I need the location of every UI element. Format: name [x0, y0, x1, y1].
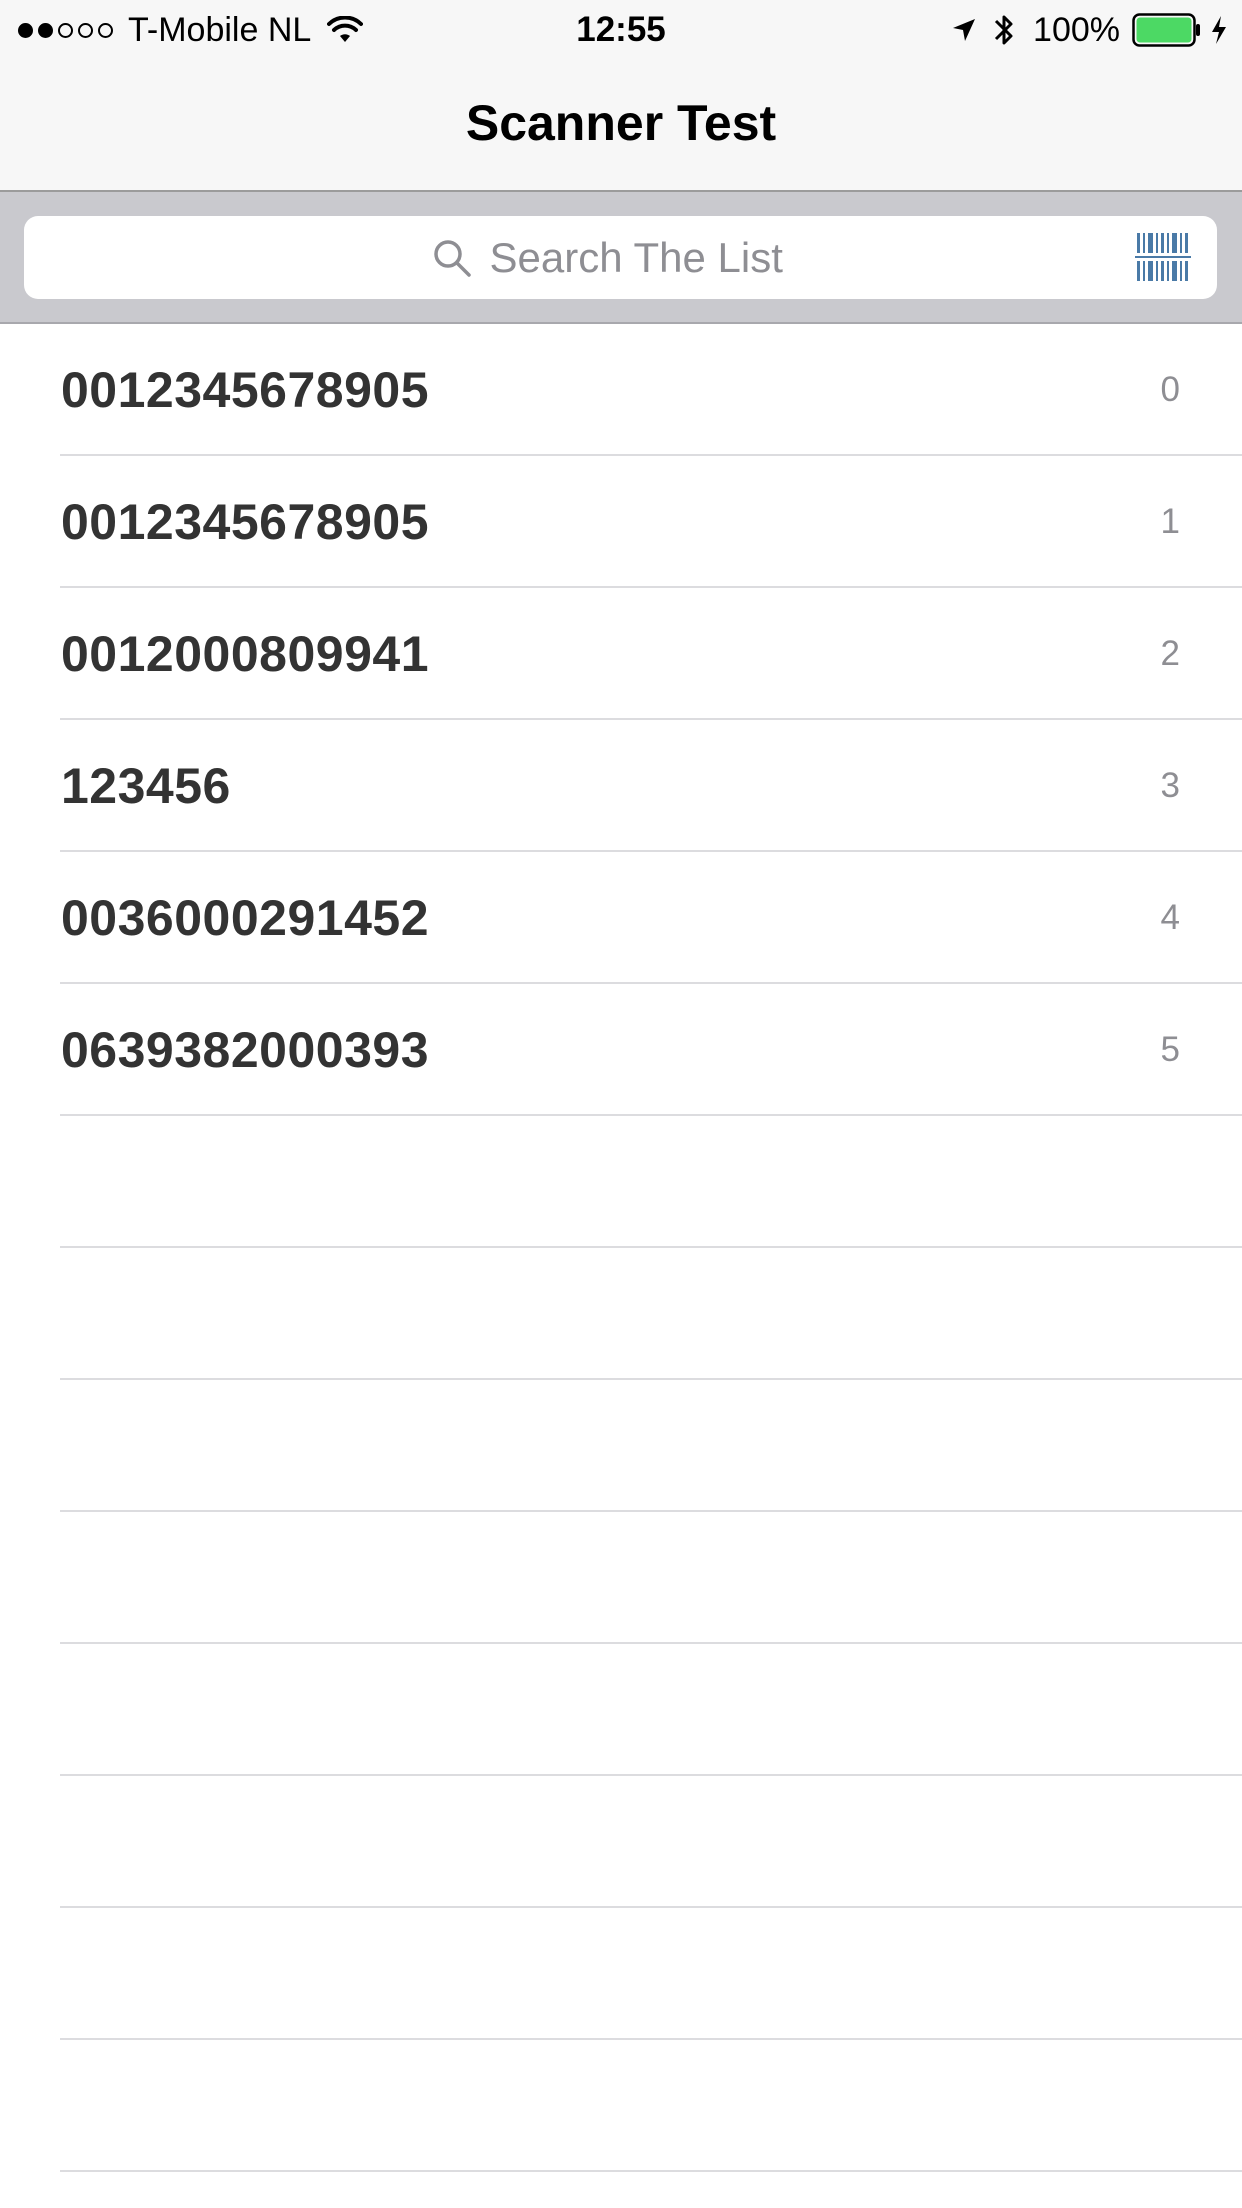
search-bar: [0, 192, 1242, 324]
list-item[interactable]: 0036000291452 4: [0, 852, 1242, 984]
search-input[interactable]: [489, 233, 810, 282]
bluetooth-icon: [994, 15, 1013, 45]
list-item-code: 0012345678905: [61, 494, 429, 550]
empty-row: [0, 1644, 1242, 1776]
barcode-icon[interactable]: [1135, 231, 1191, 283]
list-item-index: 0: [1160, 370, 1180, 409]
status-right: 100%: [951, 10, 1228, 50]
list-item[interactable]: 0012345678905 0: [0, 324, 1242, 456]
charging-icon: [1212, 16, 1226, 44]
search-inner: [24, 216, 1217, 299]
list-item-code: 0012345678905: [61, 362, 429, 418]
empty-row: [0, 1248, 1242, 1380]
page-title: Scanner Test: [465, 95, 777, 151]
list-item-index: 5: [1160, 1030, 1180, 1069]
battery-icon: [1132, 13, 1200, 47]
search-icon: [433, 239, 471, 277]
empty-row: [0, 2040, 1242, 2172]
list-item-code: 123456: [61, 758, 231, 814]
list-item-code: 0036000291452: [61, 890, 429, 946]
empty-row: [0, 1776, 1242, 1908]
list-item-code: 0639382000393: [61, 1022, 429, 1078]
list-item-index: 3: [1160, 766, 1180, 805]
empty-row: [0, 1380, 1242, 1512]
empty-row: [0, 1116, 1242, 1248]
status-bar: T-Mobile NL 12:55 100%: [0, 0, 1242, 60]
navigation-bar: Scanner Test: [0, 60, 1242, 192]
empty-row: [0, 1512, 1242, 1644]
list-item-index: 1: [1160, 502, 1180, 541]
list-item[interactable]: 123456 3: [0, 720, 1242, 852]
list-item[interactable]: 0639382000393 5: [0, 984, 1242, 1116]
search-field[interactable]: [24, 216, 1217, 299]
list-item-index: 4: [1160, 898, 1180, 937]
list-item[interactable]: 0012345678905 1: [0, 456, 1242, 588]
list-item-code: 0012000809941: [61, 626, 429, 682]
barcode-list: 0012345678905 0 0012345678905 1 001200080994…: [0, 324, 1242, 2208]
list-item[interactable]: 0012000809941 2: [0, 588, 1242, 720]
battery-percent: 100%: [1033, 10, 1120, 49]
location-icon: [953, 19, 976, 41]
empty-row: [0, 1908, 1242, 2040]
list-item-index: 2: [1160, 634, 1180, 673]
